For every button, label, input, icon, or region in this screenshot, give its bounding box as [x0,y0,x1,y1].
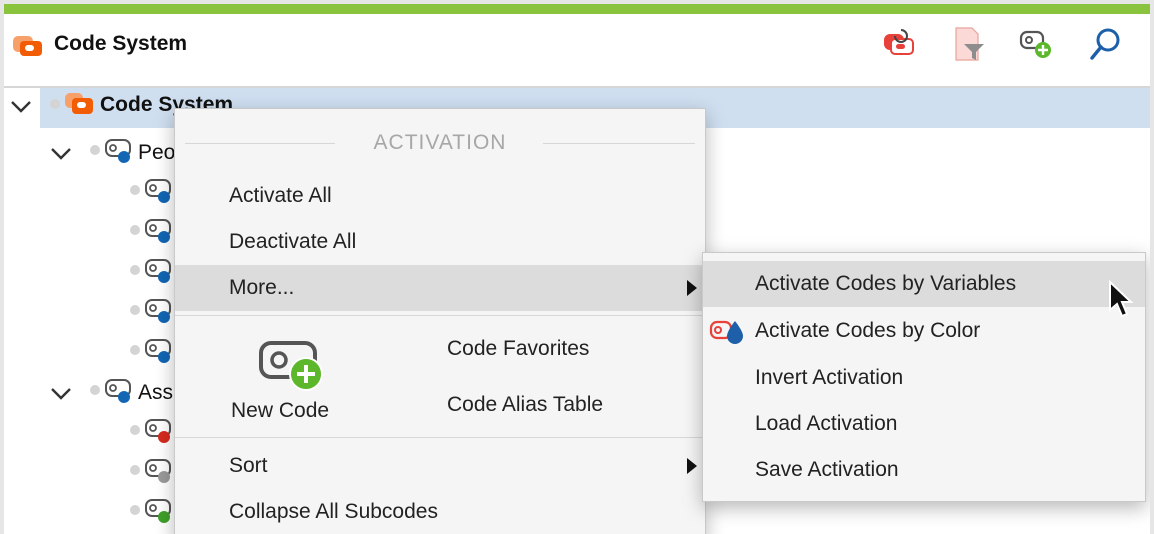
submenu-item-save-activation[interactable]: Save Activation [703,447,1145,493]
submenu-item-activate-by-variables[interactable]: Activate Codes by Variables [703,261,1145,307]
submenu-item-label: Save Activation [755,458,899,481]
menu-item-code-favorites[interactable]: Code Favorites [447,337,589,361]
activate-codes-icon[interactable] [880,26,916,62]
submenu-item-invert-activation[interactable]: Invert Activation [703,355,1145,401]
new-code-label: New Code [231,399,330,422]
submenu-item-label: Load Activation [755,412,898,435]
search-icon[interactable] [1088,26,1124,62]
section-divider [543,143,695,144]
menu-item-label: Collapse All Subcodes [229,500,438,523]
activation-dot[interactable] [90,385,100,395]
submenu-item-label: Activate Codes by Color [755,319,981,342]
header-bar: Code System [4,14,1150,88]
menu-item-label: Deactivate All [229,230,357,253]
submenu: Activate Codes by Variables Activate Cod… [702,252,1146,502]
chevron-down-icon[interactable] [50,147,72,161]
menu-separator [175,315,705,316]
submenu-item-label: Invert Activation [755,366,904,389]
color-drop-icon [709,320,743,344]
menu-item-label: Sort [229,454,268,477]
activation-dot[interactable] [130,265,140,275]
code-system-window: Code System Code System Peo Ass ACTIVATI… [4,4,1150,534]
menu-item-more[interactable]: More... [175,265,705,311]
code-icon [145,419,171,443]
menu-separator [175,437,705,438]
activation-dot[interactable] [50,99,60,109]
context-menu: ACTIVATION Activate All Deactivate All M… [174,108,706,534]
chevron-down-icon[interactable] [50,387,72,401]
menu-item-collapse-all-subcodes[interactable]: Collapse All Subcodes [175,489,705,534]
new-code-icon [259,341,323,391]
filter-icon[interactable] [950,26,986,62]
activation-dot[interactable] [130,465,140,475]
menu-item-sort[interactable]: Sort [175,443,705,489]
menu-item-label: More... [229,276,295,299]
activation-dot[interactable] [130,505,140,515]
code-icon [145,179,171,203]
submenu-item-activate-by-color[interactable]: Activate Codes by Color [703,308,1145,354]
code-icon [145,299,171,323]
window-accent-bar [4,4,1150,14]
submenu-arrow-icon [687,280,697,296]
menu-item-deactivate-all[interactable]: Deactivate All [175,219,705,265]
new-code-icon[interactable] [1018,26,1054,62]
submenu-arrow-icon [687,458,697,474]
code-icon [105,379,131,403]
code-icon [145,499,171,523]
panel-title: Code System [54,32,188,55]
code-icon [105,139,131,163]
activation-dot[interactable] [130,345,140,355]
activation-dot[interactable] [130,225,140,235]
code-icon [145,339,171,363]
tree-node-label: Peo [138,141,176,164]
tree-node-label: Ass [138,381,174,404]
submenu-item-load-activation[interactable]: Load Activation [703,401,1145,447]
menu-item-activate-all[interactable]: Activate All [175,173,705,219]
activation-dot[interactable] [130,305,140,315]
code-icon [145,259,171,283]
code-icon [145,219,171,243]
code-system-icon [13,36,42,56]
activation-dot[interactable] [90,145,100,155]
new-code-button[interactable]: New Code [215,329,365,429]
menu-item-code-alias-table[interactable]: Code Alias Table [447,393,603,417]
code-system-root-icon [65,93,93,114]
code-icon [145,459,171,483]
chevron-down-icon[interactable] [10,100,32,114]
activation-dot[interactable] [130,185,140,195]
mouse-cursor-icon [1109,280,1134,318]
activation-dot[interactable] [130,425,140,435]
submenu-item-label: Activate Codes by Variables [755,272,1017,295]
menu-item-label: Activate All [229,184,332,207]
